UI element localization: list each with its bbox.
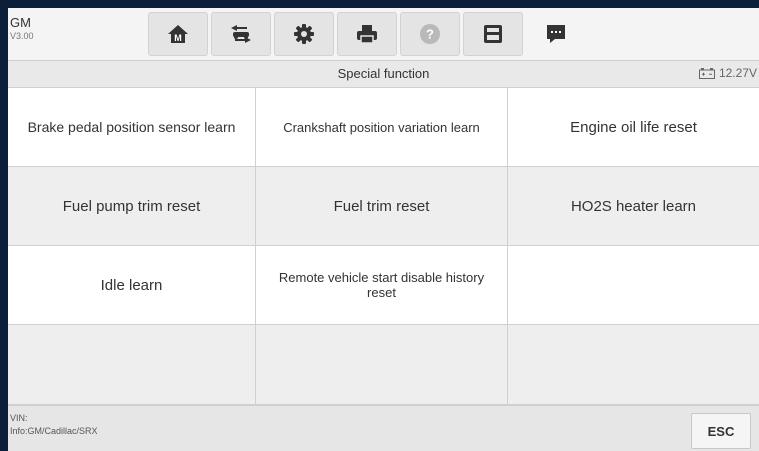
screen: GM V3.00 M ? Special function 12.27V Bra… [8, 8, 759, 451]
vehicle-info: VIN: Info:GM/Cadillac/SRX [10, 412, 98, 438]
gear-icon [294, 24, 314, 44]
svg-text:?: ? [426, 27, 434, 42]
printer-icon [357, 25, 377, 44]
help-button[interactable]: ? [400, 12, 460, 56]
device-frame: GM V3.00 M ? Special function 12.27V Bra… [0, 0, 759, 451]
message-button[interactable] [526, 12, 586, 56]
software-version: V3.00 [10, 31, 34, 41]
bottom-bar: VIN: Info:GM/Cadillac/SRX ESC [8, 405, 759, 451]
function-grid: Brake pedal position sensor learn Cranks… [8, 88, 759, 405]
function-idle-learn[interactable]: Idle learn [8, 246, 256, 325]
function-engine-oil-life-reset[interactable]: Engine oil life reset [508, 88, 759, 167]
function-empty-cell [8, 325, 256, 405]
battery-voltage: 12.27V [718, 66, 757, 80]
vin-label: VIN: [10, 413, 28, 423]
home-icon: M [168, 25, 188, 43]
print-button[interactable] [337, 12, 397, 56]
function-empty-cell [256, 325, 508, 405]
function-empty-cell [508, 325, 759, 405]
help-icon: ? [420, 24, 440, 44]
home-button[interactable]: M [148, 12, 208, 56]
top-bar: GM V3.00 M ? [8, 8, 759, 61]
battery-icon [698, 67, 715, 79]
battery-status: 12.27V [698, 66, 757, 80]
save-icon [484, 25, 502, 43]
vehicle-make: GM [10, 15, 31, 30]
function-ho2s-heater-learn[interactable]: HO2S heater learn [508, 167, 759, 246]
brand: GM V3.00 [10, 16, 34, 42]
esc-button[interactable]: ESC [691, 413, 751, 449]
function-empty-cell [508, 246, 759, 325]
function-fuel-trim-reset[interactable]: Fuel trim reset [256, 167, 508, 246]
vehicle-swap-icon [231, 25, 251, 43]
page-title: Special function [337, 66, 430, 81]
svg-text:M: M [174, 33, 182, 43]
message-icon [547, 25, 565, 43]
function-remote-vehicle-start-disable-history-reset[interactable]: Remote vehicle start disable history res… [256, 246, 508, 325]
title-bar: Special function 12.27V [8, 61, 759, 88]
save-button[interactable] [463, 12, 523, 56]
vehicle-info-text: Info:GM/Cadillac/SRX [10, 426, 98, 436]
toolbar: M ? [148, 12, 589, 56]
function-fuel-pump-trim-reset[interactable]: Fuel pump trim reset [8, 167, 256, 246]
settings-button[interactable] [274, 12, 334, 56]
function-crankshaft-position-variation-learn[interactable]: Crankshaft position variation learn [256, 88, 508, 167]
vehicle-swap-button[interactable] [211, 12, 271, 56]
function-brake-pedal-position-sensor-learn[interactable]: Brake pedal position sensor learn [8, 88, 256, 167]
